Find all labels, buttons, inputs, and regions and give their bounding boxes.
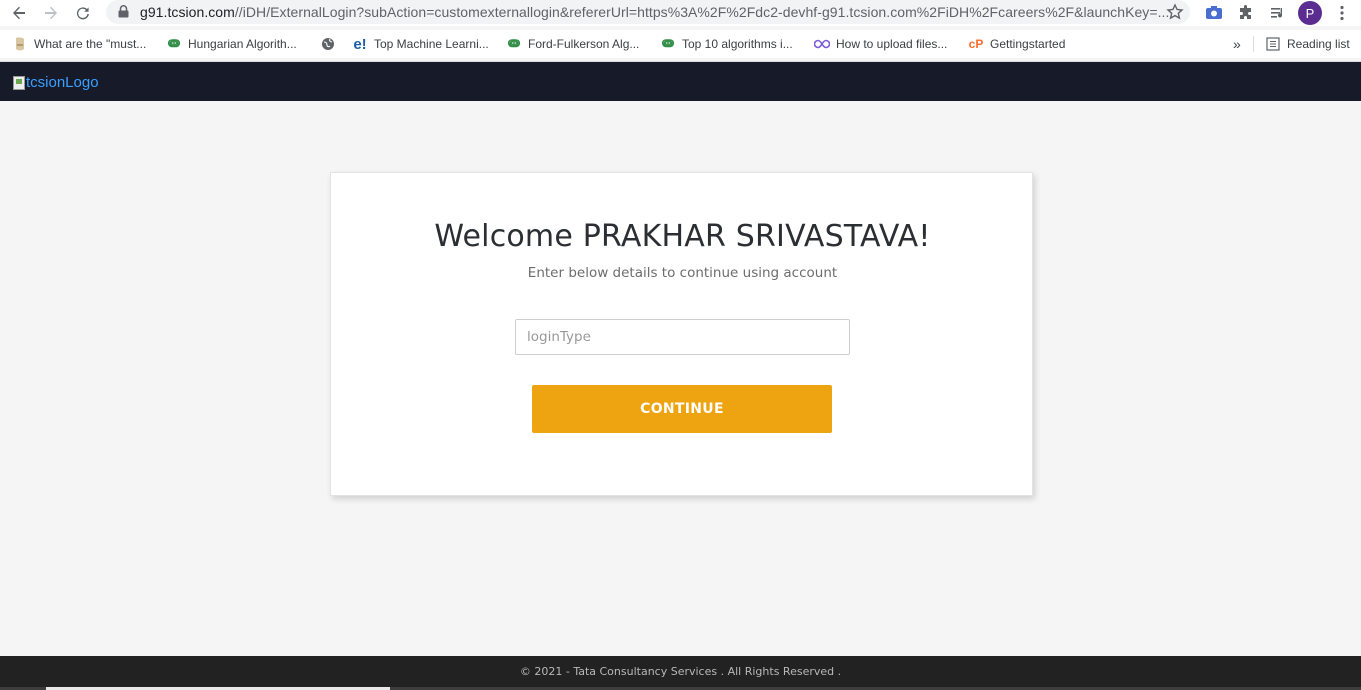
cpanel-icon: cP <box>968 37 984 51</box>
gfg-icon: ↈ <box>167 37 181 50</box>
reload-icon[interactable] <box>72 2 94 24</box>
bookmarks-overflow-button[interactable]: » <box>1233 35 1241 53</box>
e-icon: e! <box>353 35 367 53</box>
broken-image-icon <box>13 75 25 90</box>
welcome-subtitle: Enter below details to continue using ac… <box>527 265 838 281</box>
bookmark-item[interactable] <box>320 35 342 53</box>
copyright-text: © 2021 - Tata Consultancy Services . All… <box>519 665 842 678</box>
bookmark-item[interactable]: e! Top Machine Learni... <box>352 35 488 53</box>
bookmarks-bar: What are the "must... ↈ Hungarian Algori… <box>0 30 1361 58</box>
camera-icon[interactable] <box>1203 2 1225 24</box>
media-icon[interactable] <box>1267 2 1289 24</box>
url-text: g91.tcsion.com//iDH/ExternalLogin?subAct… <box>140 4 1170 20</box>
forward-icon[interactable] <box>40 2 62 24</box>
tcsion-logo[interactable]: tcsionLogo <box>13 74 99 91</box>
star-icon[interactable] <box>1166 3 1184 26</box>
globe-icon <box>320 36 336 52</box>
reading-list-button[interactable]: Reading list <box>1265 35 1350 53</box>
bookmark-item[interactable]: ↈ Ford-Fulkerson Alg... <box>506 35 639 53</box>
lock-icon[interactable] <box>118 5 129 23</box>
gfg-icon: ↈ <box>661 37 675 50</box>
address-bar[interactable]: g91.tcsion.com//iDH/ExternalLogin?subAct… <box>106 0 1190 24</box>
login-card: Welcome PRAKHAR SRIVASTAVA! Enter below … <box>330 172 1033 496</box>
menu-icon[interactable] <box>1331 2 1353 24</box>
bookmark-divider <box>1253 36 1254 52</box>
gfg-icon: ↈ <box>507 37 521 50</box>
site-footer: © 2021 - Tata Consultancy Services . All… <box>0 656 1361 690</box>
back-icon[interactable] <box>8 2 30 24</box>
login-type-input[interactable] <box>515 319 850 355</box>
bookmark-item[interactable]: cP Gettingstarted <box>968 35 1066 53</box>
continue-button[interactable]: CONTINUE <box>532 385 832 433</box>
bookmark-item[interactable]: ↈ Hungarian Algorith... <box>166 35 297 53</box>
browser-toolbar: g91.tcsion.com//iDH/ExternalLogin?subAct… <box>0 0 1361 26</box>
reading-list-icon <box>1265 36 1281 52</box>
bookmark-favicon-icon <box>12 36 28 52</box>
infinity-icon <box>814 36 830 52</box>
welcome-heading: Welcome PRAKHAR SRIVASTAVA! <box>434 219 931 254</box>
bookmark-item[interactable]: What are the "must... <box>12 35 146 53</box>
bookmark-item[interactable]: ↈ Top 10 algorithms i... <box>660 35 793 53</box>
site-header: tcsionLogo <box>0 62 1361 101</box>
puzzle-icon[interactable] <box>1235 2 1257 24</box>
profile-avatar[interactable]: P <box>1298 1 1322 25</box>
bookmark-item[interactable]: How to upload files... <box>814 35 947 53</box>
